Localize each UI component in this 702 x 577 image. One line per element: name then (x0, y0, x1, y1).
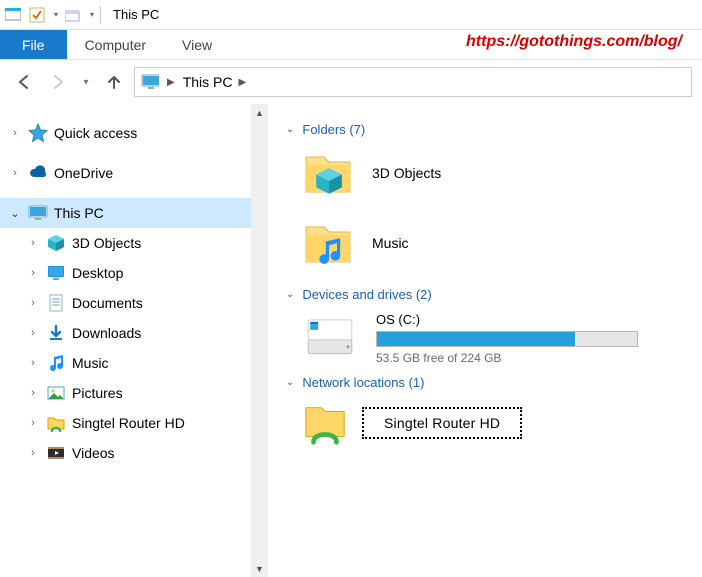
pc-icon (141, 73, 159, 91)
videos-icon (46, 443, 66, 463)
tree-item-label: Documents (72, 295, 143, 311)
chevron-right-icon[interactable]: › (26, 237, 40, 249)
chevron-right-icon[interactable]: › (26, 297, 40, 309)
network-folder-icon (302, 400, 348, 446)
group-header[interactable]: ⌄ Network locations (1) (286, 375, 692, 390)
tree-item[interactable]: › OneDrive (0, 158, 268, 188)
chevron-right-icon[interactable]: › (8, 127, 22, 139)
chevron-right-icon[interactable]: › (26, 417, 40, 429)
tree-item-label: Downloads (72, 325, 141, 341)
chevron-down-icon[interactable]: ⌄ (286, 289, 294, 300)
folder-name: Music (372, 235, 409, 251)
network-location-tile[interactable]: Singtel Router HD (302, 400, 692, 446)
breadcrumb-location[interactable]: This PC (183, 74, 233, 90)
tree-item[interactable]: › Downloads (0, 318, 268, 348)
scroll-up-icon[interactable]: ▲ (255, 104, 264, 121)
watermark-text: https://gotothings.com/blog/ (466, 33, 682, 51)
tree-item[interactable]: › Videos (0, 438, 268, 468)
chevron-right-icon[interactable]: › (26, 387, 40, 399)
navigation-pane: › Quick access › OneDrive ⌄ This PC › 3D Object… (0, 104, 268, 577)
desktop-icon (46, 263, 66, 283)
cube-folder-icon (302, 147, 354, 199)
recent-locations-button[interactable]: ▾ (78, 68, 94, 96)
qat-dropdown-icon[interactable]: ▾ (54, 10, 58, 19)
breadcrumb: This PC ▶ (183, 74, 247, 90)
explorer-icon (4, 6, 22, 24)
tree-item[interactable]: › Documents (0, 288, 268, 318)
chevron-down-icon[interactable]: ⌄ (286, 124, 294, 135)
new-folder-icon[interactable] (64, 6, 82, 24)
tree-item[interactable]: › Pictures (0, 378, 268, 408)
cube-icon (46, 233, 66, 253)
quick-access-toolbar: ▾ ▾ (4, 6, 94, 24)
tab-view[interactable]: View (164, 30, 230, 59)
group-title: Network locations (1) (302, 375, 424, 390)
tree-item[interactable]: ⌄ This PC (0, 198, 268, 228)
back-button[interactable] (10, 68, 38, 96)
properties-icon[interactable] (28, 6, 46, 24)
up-button[interactable] (100, 68, 128, 96)
titlebar-separator (100, 6, 101, 24)
chevron-right-icon[interactable]: › (26, 327, 40, 339)
address-bar[interactable]: ▶ This PC ▶ (134, 67, 692, 97)
music-folder-icon (302, 217, 354, 269)
chevron-down-icon[interactable]: ⌄ (286, 377, 294, 388)
scroll-down-icon[interactable]: ▼ (255, 560, 264, 577)
qat-dropdown2-icon[interactable]: ▾ (90, 10, 94, 19)
group-header[interactable]: ⌄ Folders (7) (286, 122, 692, 137)
tree-item-label: 3D Objects (72, 235, 141, 251)
tree-item[interactable]: › 3D Objects (0, 228, 268, 258)
title-bar: ▾ ▾ This PC (0, 0, 702, 30)
drive-tile[interactable]: OS (C:) 53.5 GB free of 224 GB (302, 312, 692, 365)
ribbon-tabs: File Computer View https://gotothings.co… (0, 30, 702, 60)
tree-item[interactable]: › Music (0, 348, 268, 378)
drive-icon (302, 312, 358, 360)
chevron-right-icon[interactable]: ▶ (239, 77, 247, 88)
tree-item-label: Quick access (54, 125, 137, 141)
tree-item-label: OneDrive (54, 165, 113, 181)
chevron-right-icon[interactable]: › (26, 357, 40, 369)
tree-item-label: Desktop (72, 265, 123, 281)
navigation-bar: ▾ ▶ This PC ▶ (0, 60, 702, 104)
tree-item-label: Singtel Router HD (72, 415, 185, 431)
tab-computer[interactable]: Computer (67, 30, 164, 59)
chevron-right-icon[interactable]: › (26, 267, 40, 279)
tree-item[interactable]: › Quick access (0, 118, 268, 148)
folder-name: 3D Objects (372, 165, 441, 181)
pictures-icon (46, 383, 66, 403)
main-area: › Quick access › OneDrive ⌄ This PC › 3D Object… (0, 104, 702, 577)
tree-item[interactable]: › Singtel Router HD (0, 408, 268, 438)
drive-usage-bar (376, 331, 638, 347)
star-icon (28, 123, 48, 143)
group-title: Folders (7) (302, 122, 365, 137)
netfolder-icon (46, 413, 66, 433)
chevron-right-icon[interactable]: › (26, 447, 40, 459)
chevron-right-icon[interactable]: ▶ (167, 77, 175, 88)
download-icon (46, 323, 66, 343)
folder-tile[interactable]: Music (302, 217, 692, 269)
tree-item-label: Videos (72, 445, 115, 461)
folder-tile[interactable]: 3D Objects (302, 147, 692, 199)
tree-item-label: This PC (54, 205, 104, 221)
group-title: Devices and drives (2) (302, 287, 431, 302)
drive-name: OS (C:) (376, 312, 674, 327)
cloud-icon (28, 163, 48, 183)
network-location-name: Singtel Router HD (362, 407, 522, 439)
chevron-right-icon[interactable]: › (8, 167, 22, 179)
pc-icon (28, 203, 48, 223)
chevron-down-icon[interactable]: ⌄ (8, 207, 22, 220)
doc-icon (46, 293, 66, 313)
tree-item-label: Pictures (72, 385, 123, 401)
tree-item-label: Music (72, 355, 109, 371)
content-pane: ⌄ Folders (7) 3D Objects Music ⌄ Devices an… (268, 104, 702, 577)
tree-item[interactable]: › Desktop (0, 258, 268, 288)
forward-button[interactable] (44, 68, 72, 96)
drive-free-text: 53.5 GB free of 224 GB (376, 351, 674, 365)
music-icon (46, 353, 66, 373)
file-tab[interactable]: File (0, 30, 67, 59)
group-header[interactable]: ⌄ Devices and drives (2) (286, 287, 692, 302)
window-title: This PC (113, 7, 159, 22)
sidebar-scrollbar[interactable]: ▲ ▼ (251, 104, 268, 577)
